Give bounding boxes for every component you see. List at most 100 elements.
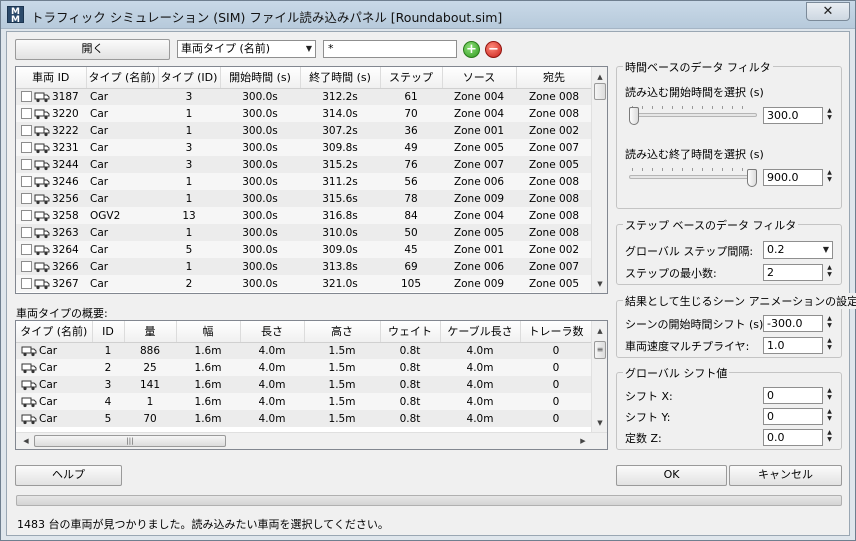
close-button[interactable]: ✕ xyxy=(806,2,850,21)
filter-field-select[interactable]: 車両タイプ (名前) ▼ xyxy=(177,40,316,58)
column-header[interactable]: 幅 xyxy=(176,321,241,343)
spin-up-icon[interactable]: ▲ xyxy=(827,387,832,394)
constant-z-spinner[interactable]: ▲ ▼ xyxy=(824,429,835,446)
table-row[interactable]: Car 5 70 1.6m 4.0m 1.5m 0.8t 4.0m 0 xyxy=(16,410,592,427)
row-checkbox[interactable] xyxy=(21,159,32,170)
row-checkbox[interactable] xyxy=(21,278,32,289)
start-time-spinner[interactable]: ▲ ▼ xyxy=(824,107,835,124)
table-row[interactable]: Car 1 886 1.6m 4.0m 1.5m 0.8t 4.0m 0 xyxy=(16,342,592,359)
min-steps-input[interactable]: 2 xyxy=(763,264,823,281)
scroll-up-icon[interactable]: ▲ xyxy=(592,323,607,339)
scroll-left-icon[interactable]: ◀ xyxy=(18,433,34,449)
cancel-button[interactable]: キャンセル xyxy=(729,465,842,486)
speed-multiplier-input[interactable]: 1.0 xyxy=(763,337,823,354)
column-header[interactable]: 宛先 xyxy=(516,67,593,89)
table-row[interactable]: 3263 Car 1 300.0s 310.0s 50 Zone 005 Zone 008 xyxy=(16,224,592,241)
spin-down-icon[interactable]: ▼ xyxy=(827,271,832,278)
row-checkbox[interactable] xyxy=(21,142,32,153)
table-row[interactable]: Car 4 1 1.6m 4.0m 1.5m 0.8t 4.0m 0 xyxy=(16,393,592,410)
column-header[interactable]: タイプ (名前) xyxy=(16,321,93,343)
shift-y-spinner[interactable]: ▲ ▼ xyxy=(824,408,835,425)
column-header[interactable]: タイプ (ID) xyxy=(158,67,221,89)
start-slider-track[interactable] xyxy=(629,113,757,117)
help-button[interactable]: ヘルプ xyxy=(15,465,122,486)
spin-up-icon[interactable]: ▲ xyxy=(827,337,832,344)
table-row[interactable]: 3266 Car 1 300.0s 313.8s 69 Zone 006 Zone 007 xyxy=(16,258,592,275)
constant-z-input[interactable]: 0.0 xyxy=(763,429,823,446)
table-row[interactable]: Car 3 141 1.6m 4.0m 1.5m 0.8t 4.0m 0 xyxy=(16,376,592,393)
spin-down-icon[interactable]: ▼ xyxy=(827,114,832,121)
scroll-thumb[interactable]: ≡ xyxy=(594,341,606,359)
column-header[interactable]: 車両 ID xyxy=(16,67,87,89)
spin-up-icon[interactable]: ▲ xyxy=(827,107,832,114)
row-checkbox[interactable] xyxy=(21,125,32,136)
end-slider-thumb[interactable] xyxy=(747,169,757,187)
spin-down-icon[interactable]: ▼ xyxy=(827,436,832,443)
end-time-input[interactable]: 900.0 xyxy=(763,169,823,186)
ok-button[interactable]: OK xyxy=(616,465,727,486)
spin-down-icon[interactable]: ▼ xyxy=(827,394,832,401)
table-row[interactable]: 3246 Car 1 300.0s 311.2s 56 Zone 006 Zone 008 xyxy=(16,173,592,190)
spin-down-icon[interactable]: ▼ xyxy=(827,176,832,183)
column-header[interactable]: ケーブル長さ xyxy=(440,321,521,343)
filter-text-input[interactable]: * xyxy=(323,40,457,58)
column-header[interactable]: タイプ (名前) xyxy=(86,67,159,89)
start-slider-thumb[interactable] xyxy=(629,107,639,125)
column-header[interactable]: 終了時間 (s) xyxy=(300,67,381,89)
column-header[interactable]: ID xyxy=(92,321,125,343)
vehicle-list-vscroll[interactable]: ▲ ▼ xyxy=(591,67,607,293)
table-row[interactable]: Car 2 25 1.6m 4.0m 1.5m 0.8t 4.0m 0 xyxy=(16,359,592,376)
shift-x-input[interactable]: 0 xyxy=(763,387,823,404)
row-checkbox[interactable] xyxy=(21,261,32,272)
summary-list-vscroll[interactable]: ▲ ≡ ▼ xyxy=(591,321,607,432)
remove-filter-icon[interactable]: − xyxy=(485,41,502,58)
spin-up-icon[interactable]: ▲ xyxy=(827,315,832,322)
scroll-right-icon[interactable]: ▶ xyxy=(575,433,591,449)
row-checkbox[interactable] xyxy=(21,176,32,187)
table-row[interactable]: 3264 Car 5 300.0s 309.0s 45 Zone 001 Zone 002 xyxy=(16,241,592,258)
scroll-thumb-h[interactable]: ||| xyxy=(34,435,226,447)
table-row[interactable]: 3220 Car 1 300.0s 314.0s 70 Zone 004 Zone 008 xyxy=(16,105,592,122)
min-steps-spinner[interactable]: ▲ ▼ xyxy=(824,264,835,281)
row-checkbox[interactable] xyxy=(21,193,32,204)
column-header[interactable]: 長さ xyxy=(240,321,305,343)
summary-list-hscroll[interactable]: ◀ ||| ▶ xyxy=(16,432,607,449)
table-row[interactable]: 3267 Car 2 300.0s 321.0s 105 Zone 009 Zone 005 xyxy=(16,275,592,292)
row-checkbox[interactable] xyxy=(21,244,32,255)
spin-down-icon[interactable]: ▼ xyxy=(827,344,832,351)
spin-down-icon[interactable]: ▼ xyxy=(827,415,832,422)
scroll-thumb[interactable] xyxy=(594,83,606,100)
row-checkbox[interactable] xyxy=(21,227,32,238)
vehicle-list[interactable]: 車両 ID タイプ (名前) タイプ (ID) 開始時間 (s) 終了時間 (s) ステッ… xyxy=(15,66,608,294)
row-checkbox[interactable] xyxy=(21,108,32,119)
scroll-down-icon[interactable]: ▼ xyxy=(592,415,607,431)
column-header[interactable]: ステップ xyxy=(380,67,443,89)
column-header[interactable]: 量 xyxy=(124,321,177,343)
table-row[interactable]: 3231 Car 3 300.0s 309.8s 49 Zone 005 Zone 007 xyxy=(16,139,592,156)
table-row[interactable]: 3187 Car 3 300.0s 312.2s 61 Zone 004 Zone 008 xyxy=(16,88,592,105)
title-bar[interactable]: MM トラフィック シミュレーション (SIM) ファイル読み込みパネル [Ro… xyxy=(1,1,855,29)
table-row[interactable]: 3222 Car 1 300.0s 307.2s 36 Zone 001 Zone 002 xyxy=(16,122,592,139)
column-header[interactable]: 開始時間 (s) xyxy=(220,67,301,89)
step-interval-select[interactable]: 0.2 ▼ xyxy=(763,241,833,259)
column-header[interactable]: ウェイト xyxy=(380,321,441,343)
start-shift-input[interactable]: -300.0 xyxy=(763,315,823,332)
column-header[interactable]: ソース xyxy=(442,67,517,89)
table-row[interactable]: 3258 OGV2 13 300.0s 316.8s 84 Zone 004 Zone 008 xyxy=(16,207,592,224)
spin-up-icon[interactable]: ▲ xyxy=(827,169,832,176)
column-header[interactable]: トレーラ数 xyxy=(520,321,593,343)
end-slider-track[interactable] xyxy=(629,175,757,179)
table-row[interactable]: 3256 Car 1 300.0s 315.6s 78 Zone 009 Zone 008 xyxy=(16,190,592,207)
add-filter-icon[interactable]: + xyxy=(463,41,480,58)
start-time-input[interactable]: 300.0 xyxy=(763,107,823,124)
shift-y-input[interactable]: 0 xyxy=(763,408,823,425)
column-header[interactable]: 高さ xyxy=(304,321,381,343)
summary-list[interactable]: タイプ (名前) ID 量幅長さ 高さ ウェイト ケーブル長さ トレーラ数 Car 1 886 1… xyxy=(15,320,608,450)
end-time-spinner[interactable]: ▲ ▼ xyxy=(824,169,835,186)
spin-down-icon[interactable]: ▼ xyxy=(827,322,832,329)
speed-multiplier-spinner[interactable]: ▲ ▼ xyxy=(824,337,835,354)
row-checkbox[interactable] xyxy=(21,210,32,221)
table-row[interactable]: 3244 Car 3 300.0s 315.2s 76 Zone 007 Zone 005 xyxy=(16,156,592,173)
shift-x-spinner[interactable]: ▲ ▼ xyxy=(824,387,835,404)
spin-up-icon[interactable]: ▲ xyxy=(827,264,832,271)
